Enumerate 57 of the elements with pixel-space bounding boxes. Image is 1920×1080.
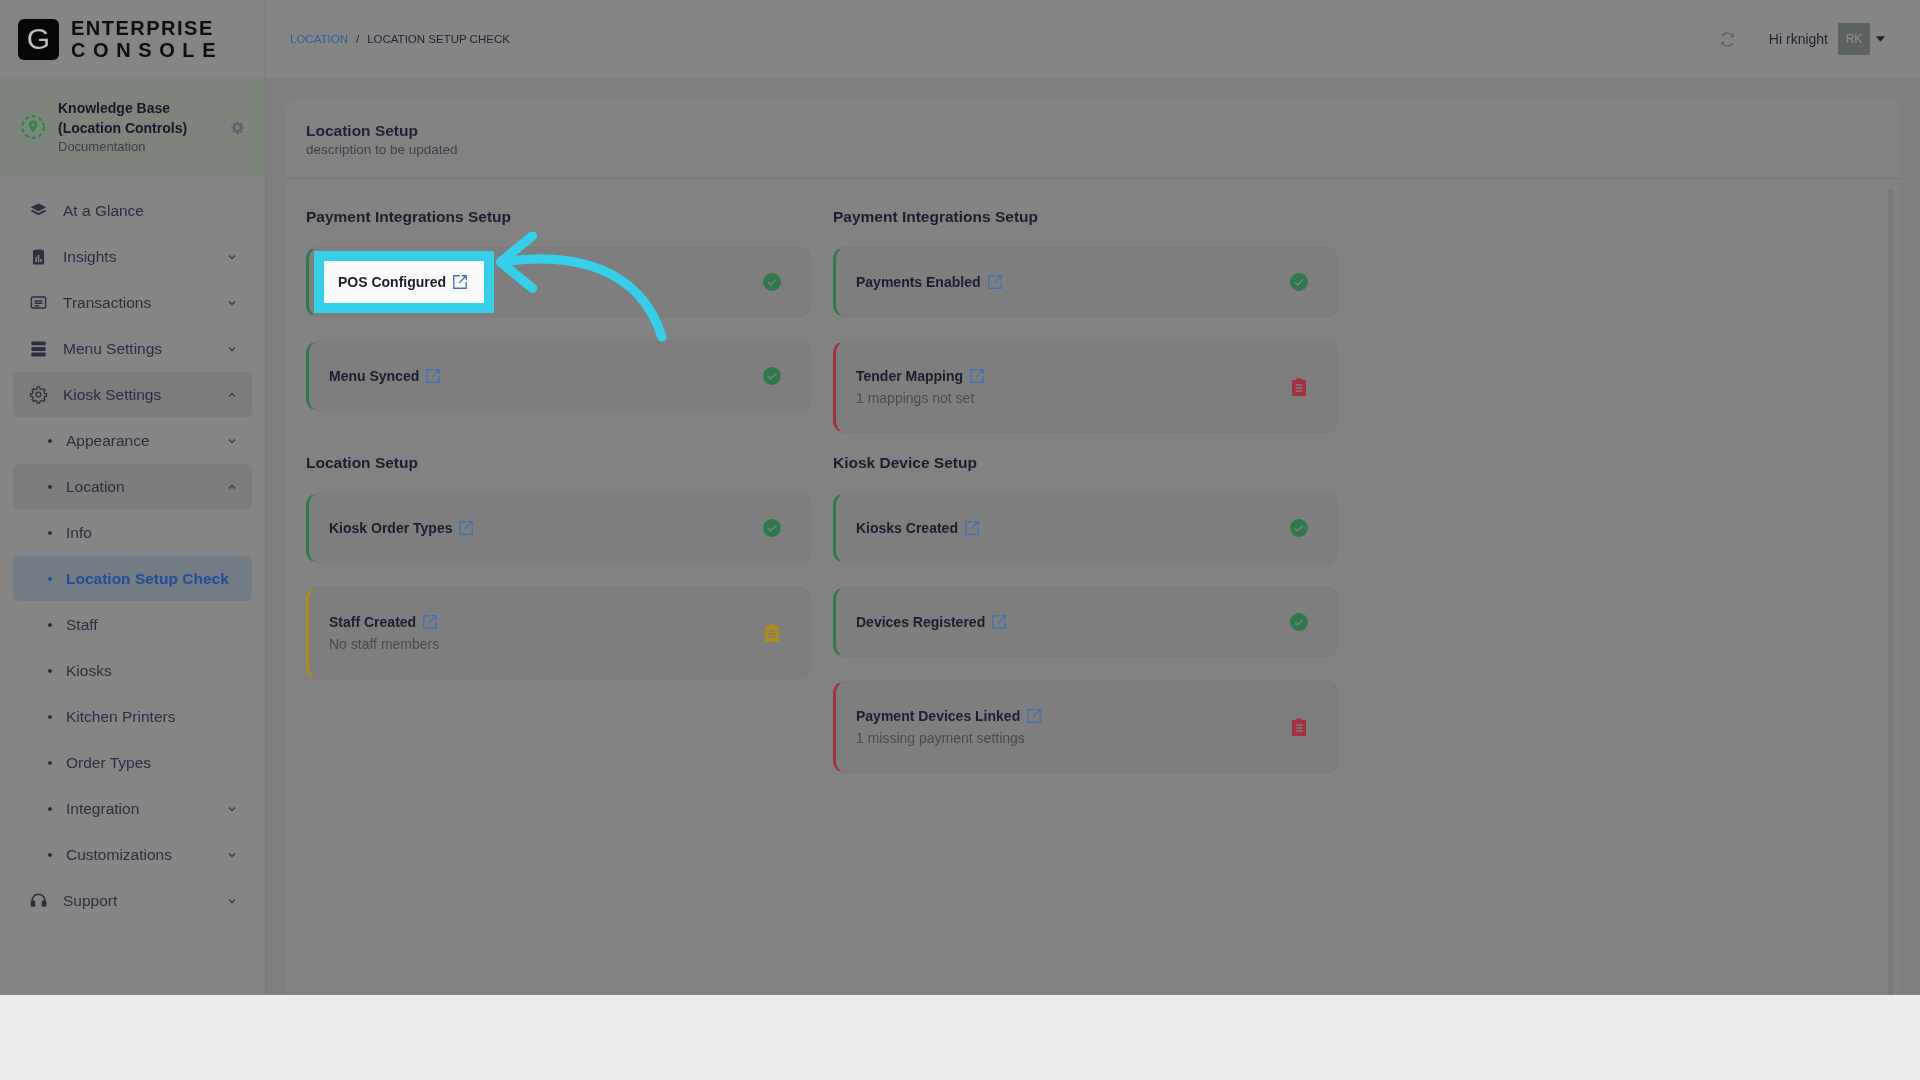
sidebar-item[interactable]: Integration: [13, 786, 252, 831]
sidebar-item[interactable]: Appearance: [13, 418, 252, 463]
caret-icon[interactable]: [1876, 36, 1885, 42]
sidebar-item[interactable]: Menu Settings: [13, 326, 252, 371]
check-circle-icon: [1289, 518, 1309, 538]
panel-title: Location Setup: [306, 120, 419, 141]
sidebar-item[interactable]: Location: [13, 464, 252, 509]
sidebar-item[interactable]: Kiosk Settings: [13, 372, 252, 417]
server-icon: [29, 339, 48, 358]
check-title: Payments Enabled: [856, 274, 981, 290]
sidebar-item[interactable]: Customizations: [13, 832, 252, 877]
breadcrumb-separator: /: [355, 33, 360, 45]
sidebar-item[interactable]: Support: [13, 878, 252, 923]
external-link-icon[interactable]: [452, 274, 469, 290]
check-title: Kiosks Created: [856, 520, 958, 536]
section-heading: Payment Integrations Setup: [306, 207, 512, 227]
workspace-name: Knowledge Base (Location Controls): [58, 99, 189, 138]
location-pin-icon: [20, 114, 46, 140]
sidebar-item[interactable]: Transactions: [13, 280, 252, 325]
panel-description: description to be updated: [306, 141, 459, 157]
check-title: Kiosk Order Types: [329, 520, 453, 536]
check-title: Payment Devices Linked: [856, 708, 1021, 724]
sidebar-item[interactable]: Kiosks: [13, 648, 252, 693]
logo-icon: G: [18, 18, 59, 60]
check-circle-icon: [762, 272, 782, 292]
breadcrumb-current: LOCATION SETUP CHECK: [367, 33, 510, 45]
brand-name: CONSOLE: [71, 39, 224, 61]
gear-icon: [29, 385, 48, 404]
brand-name: ENTERPRISE: [71, 17, 215, 39]
section-heading: Location Setup: [306, 453, 419, 473]
user-greeting: Hi rknight: [1768, 31, 1828, 47]
sidebar-item[interactable]: Staff: [13, 602, 252, 647]
section-heading: Payment Integrations Setup: [833, 207, 1039, 227]
clipboard-icon: [1289, 377, 1309, 397]
check-circle-icon: [1289, 612, 1309, 632]
check-title: Tender Mapping: [856, 368, 964, 384]
clipboard-icon: [1289, 717, 1309, 737]
headset-icon: [29, 891, 48, 910]
scrollbar[interactable]: [1888, 189, 1894, 995]
sidebar-item[interactable]: Order Types: [13, 740, 252, 785]
check-circle-icon: [762, 366, 782, 386]
workspace-subtitle: Documentation: [58, 138, 147, 156]
sidebar-item[interactable]: At a Glance: [13, 188, 252, 233]
check-title: Menu Synced: [329, 368, 420, 384]
check-circle-icon: [1289, 272, 1309, 292]
check-title: POS Configured: [338, 274, 447, 290]
receipt-icon: [29, 293, 48, 312]
sidebar-item[interactable]: Insights: [13, 234, 252, 279]
sidebar-item[interactable]: Info: [13, 510, 252, 555]
sidebar-item[interactable]: Location Setup Check: [13, 556, 252, 601]
settings-icon[interactable]: [230, 119, 245, 135]
sidebar-item[interactable]: Kitchen Printers: [13, 694, 252, 739]
section-heading: Kiosk Device Setup: [833, 453, 978, 473]
check-circle-icon: [762, 518, 782, 538]
clipboard-icon: [762, 623, 782, 643]
check-title: Staff Created: [329, 614, 417, 630]
check-title: Devices Registered: [856, 614, 986, 630]
